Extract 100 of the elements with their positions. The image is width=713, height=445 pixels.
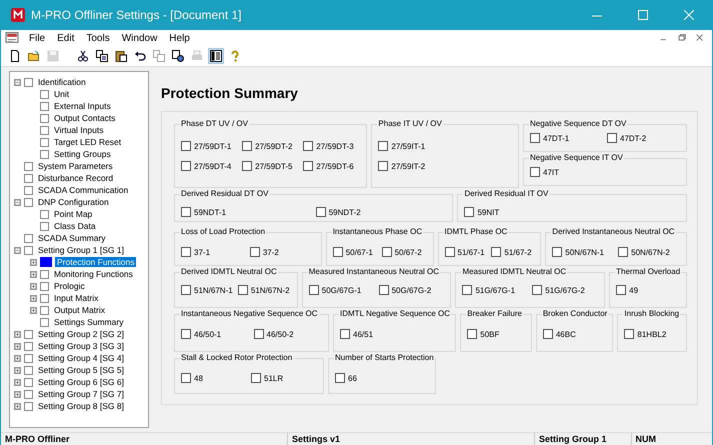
checkbox[interactable] — [40, 270, 49, 278]
checkbox[interactable] — [24, 378, 33, 386]
checkbox[interactable] — [340, 329, 350, 339]
checkbox[interactable] — [24, 402, 33, 410]
checkbox[interactable] — [238, 285, 248, 295]
menu-item[interactable]: Tools — [80, 32, 116, 44]
checkbox[interactable] — [40, 257, 52, 267]
tree-item[interactable]: Output Contacts — [52, 113, 118, 123]
checkbox[interactable] — [24, 234, 33, 242]
tree-item[interactable]: Identification — [36, 77, 88, 87]
checkbox[interactable] — [316, 207, 326, 217]
checkbox[interactable] — [40, 90, 49, 98]
checkbox[interactable] — [24, 78, 33, 86]
checkbox[interactable] — [444, 247, 454, 257]
expand-icon[interactable] — [30, 294, 37, 302]
checkbox[interactable] — [251, 373, 261, 383]
checkbox[interactable] — [40, 138, 49, 146]
tree-item[interactable]: Setting Group 7 [SG 7] — [36, 389, 126, 399]
expand-icon[interactable] — [30, 306, 37, 314]
checkbox[interactable] — [40, 210, 49, 218]
checkbox[interactable] — [24, 186, 33, 194]
checkbox[interactable] — [378, 141, 388, 151]
expand-icon[interactable] — [30, 270, 37, 278]
checkbox[interactable] — [308, 285, 319, 295]
checkbox[interactable] — [40, 318, 49, 326]
tree-item[interactable]: Setting Group 3 [SG 3] — [36, 341, 126, 351]
expand-icon[interactable] — [14, 342, 21, 350]
checkbox[interactable] — [378, 161, 388, 171]
checkbox[interactable] — [530, 167, 540, 177]
checkbox[interactable] — [542, 329, 553, 339]
checkbox[interactable] — [335, 373, 345, 383]
checkbox[interactable] — [181, 373, 191, 383]
expand-icon[interactable] — [14, 402, 21, 410]
tree-item[interactable]: Setting Group 4 [SG 4] — [36, 353, 126, 363]
checkbox[interactable] — [382, 247, 392, 257]
checkbox[interactable] — [40, 306, 49, 314]
checkbox[interactable] — [464, 207, 474, 217]
mdi-restore-icon[interactable] — [676, 33, 688, 43]
tree-item[interactable]: Settings Summary — [52, 317, 126, 327]
checkbox[interactable] — [552, 247, 562, 257]
tree-item[interactable]: Setting Groups — [52, 149, 113, 159]
tree-item[interactable]: Setting Group 8 [SG 8] — [36, 401, 126, 411]
document-icon[interactable] — [5, 32, 19, 44]
checkbox[interactable] — [40, 282, 49, 290]
tree-item[interactable]: Monitoring Functions — [52, 269, 135, 279]
checkbox[interactable] — [24, 198, 33, 206]
checkbox[interactable] — [303, 161, 314, 171]
tree-item[interactable]: Input Matrix — [52, 293, 100, 303]
checkbox[interactable] — [24, 330, 33, 338]
tree-item[interactable]: Protection Functions — [55, 257, 136, 267]
tree-item[interactable]: Output Matrix — [52, 305, 108, 315]
checkbox[interactable] — [242, 141, 252, 151]
tree-item[interactable]: Unit — [52, 89, 72, 99]
checkbox[interactable] — [378, 285, 389, 295]
checkbox[interactable] — [181, 285, 191, 295]
collapse-icon[interactable] — [14, 78, 21, 86]
checkbox[interactable] — [40, 222, 49, 230]
collapse-icon[interactable] — [14, 198, 21, 206]
expand-icon[interactable] — [14, 390, 21, 398]
checkbox[interactable] — [530, 133, 540, 143]
menu-item[interactable]: Help — [163, 32, 196, 44]
tree-item[interactable]: Setting Group 5 [SG 5] — [36, 365, 126, 375]
checkbox[interactable] — [254, 329, 264, 339]
tree-item[interactable]: SCADA Summary — [36, 233, 108, 243]
tree-item[interactable]: Class Data — [52, 221, 98, 231]
checkbox[interactable] — [181, 161, 191, 171]
expand-icon[interactable] — [14, 366, 21, 374]
checkbox[interactable] — [181, 207, 191, 217]
tree-item[interactable]: Setting Group 1 [SG 1] — [36, 245, 126, 255]
checkbox[interactable] — [40, 102, 49, 110]
tree-item[interactable]: DNP Configuration — [36, 197, 111, 207]
tree-item[interactable]: Setting Group 2 [SG 2] — [36, 329, 126, 339]
checkbox[interactable] — [24, 342, 33, 350]
checkbox[interactable] — [607, 133, 617, 143]
checkbox[interactable] — [40, 126, 49, 134]
checkbox[interactable] — [332, 247, 343, 257]
checkbox[interactable] — [24, 366, 33, 374]
tree-item[interactable]: Prologic — [52, 281, 87, 291]
checkbox[interactable] — [462, 285, 472, 295]
checkbox[interactable] — [24, 162, 33, 170]
checkbox[interactable] — [24, 354, 33, 362]
maximize-icon[interactable] — [638, 10, 648, 20]
checkbox[interactable] — [40, 114, 49, 122]
checkbox[interactable] — [467, 329, 478, 339]
checkbox[interactable] — [250, 247, 260, 257]
menu-item[interactable]: Edit — [51, 32, 80, 44]
tree-item[interactable]: SCADA Communication — [36, 185, 130, 195]
checkbox[interactable] — [624, 329, 634, 339]
expand-icon[interactable] — [14, 330, 21, 338]
checkbox[interactable] — [181, 247, 191, 257]
checkbox[interactable] — [40, 294, 49, 302]
checkbox[interactable] — [618, 247, 628, 257]
tree-item[interactable]: Setting Group 6 [SG 6] — [36, 377, 126, 387]
checkbox[interactable] — [24, 246, 33, 254]
tree-item[interactable]: Virtual Inputs — [52, 125, 106, 135]
close-icon[interactable] — [684, 10, 694, 20]
checkbox[interactable] — [181, 329, 191, 339]
expand-icon[interactable] — [30, 282, 37, 290]
checkbox[interactable] — [242, 161, 252, 171]
checkbox[interactable] — [616, 285, 626, 295]
